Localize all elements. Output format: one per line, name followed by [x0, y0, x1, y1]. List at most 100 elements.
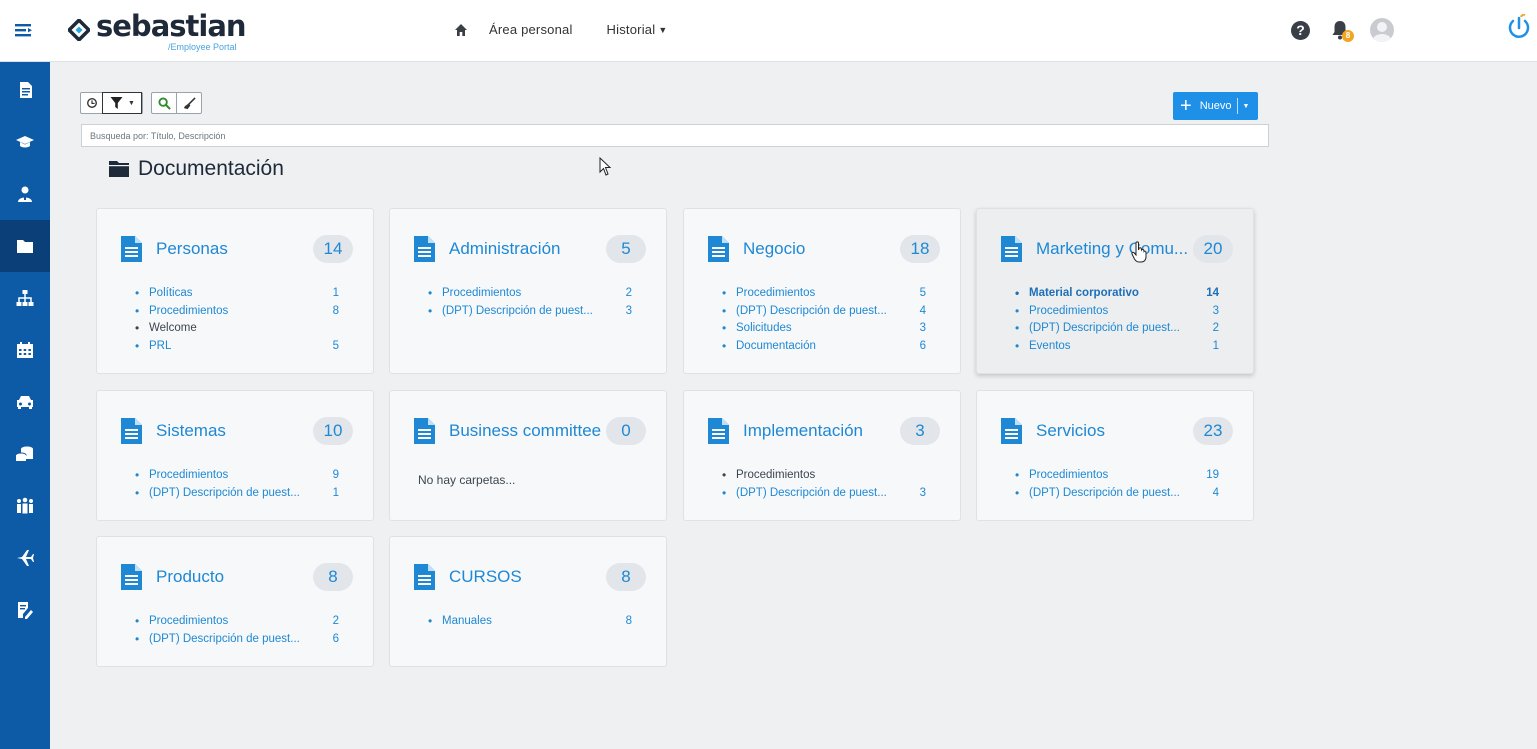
list-item[interactable]: Políticas 1 [135, 286, 339, 305]
folder-card-business-committee[interactable]: Business committee 0 No hay carpetas... [389, 390, 667, 521]
menu-icon[interactable] [14, 22, 34, 38]
list-item[interactable]: (DPT) Descripción de puest... 6 [135, 632, 339, 651]
card-header[interactable]: Marketing y Comu... 20 [1000, 235, 1233, 263]
list-item[interactable]: Procedimientos 5 [722, 286, 926, 305]
graduation-cap-icon [16, 136, 34, 148]
card-title[interactable]: Sistemas [156, 421, 226, 441]
sidebar-item-documentation[interactable] [0, 220, 50, 272]
folder-card-negocio[interactable]: Negocio 18 Procedimientos 5 (DPT) Descripció… [683, 208, 961, 374]
list-item[interactable]: Material corporativo 14 [1015, 286, 1219, 305]
sidebar-item-forms[interactable] [0, 584, 50, 636]
card-title[interactable]: CURSOS [449, 567, 522, 587]
list-item[interactable]: Eventos 1 [1015, 339, 1219, 358]
org-chart-icon [16, 290, 34, 306]
sidebar [0, 62, 50, 749]
subfolder-count: 8 [625, 615, 632, 627]
list-item[interactable]: (DPT) Descripción de puest... 1 [135, 486, 339, 505]
card-header[interactable]: Servicios 23 [1000, 417, 1233, 445]
help-icon[interactable]: ? [1291, 20, 1310, 40]
filter-button-group: ▼ [80, 92, 143, 114]
list-item[interactable]: Procedimientos 2 [135, 614, 339, 633]
list-item[interactable]: Procedimientos 9 [135, 468, 339, 487]
list-item[interactable]: Welcome [135, 321, 339, 340]
card-title[interactable]: Negocio [743, 239, 805, 259]
list-item[interactable]: Solicitudes 3 [722, 321, 926, 340]
sidebar-item-employee[interactable] [0, 168, 50, 220]
card-header[interactable]: Personas 14 [120, 235, 353, 263]
subfolder-list: Material corporativo 14 Procedimientos 3 (DP… [1015, 286, 1219, 358]
folder-card-servicios[interactable]: Servicios 23 Procedimientos 19 (DPT) Descrip… [976, 390, 1254, 521]
folder-card-marketing-y-comu[interactable]: Marketing y Comu...20 Material corporativ… [976, 208, 1254, 374]
subfolder-count: 3 [919, 322, 926, 335]
sidebar-item-documents[interactable] [0, 64, 50, 116]
home-icon[interactable] [454, 23, 468, 37]
card-header[interactable]: CURSOS 8 [413, 563, 646, 591]
sidebar-item-travel[interactable] [0, 532, 50, 584]
list-item[interactable]: (DPT) Descripción de puest... 2 [1015, 321, 1219, 340]
folder-card-producto[interactable]: Producto 8 Procedimientos 2 (DPT) Descripció… [96, 536, 374, 667]
filter-dropdown-button[interactable]: ▼ [102, 92, 142, 114]
list-item[interactable]: (DPT) Descripción de puest... 4 [1015, 486, 1219, 505]
caret-down-icon[interactable]: ▼ [1242, 103, 1249, 110]
list-item[interactable]: Procedimientos 2 [428, 286, 632, 305]
card-header[interactable]: Sistemas 10 [120, 417, 353, 445]
folder-card-personas[interactable]: Personas 14 Políticas 1 Procedimientos 8 Welco… [96, 208, 374, 374]
sidebar-item-calendar[interactable] [0, 324, 50, 376]
subfolder-name: (DPT) Descripción de puest... [149, 486, 300, 499]
list-item[interactable]: Procedimientos 8 [135, 304, 339, 323]
nav-area-personal[interactable]: Área personal [489, 22, 573, 37]
list-item[interactable]: Manuales 8 [428, 614, 632, 633]
list-item[interactable]: PRL 5 [135, 339, 339, 358]
folder-card-administracion[interactable]: Administración 5 Procedimientos 2 (DPT) Desc… [389, 208, 667, 374]
subfolder-list: Procedimientos 5 (DPT) Descripción de pues… [722, 286, 926, 358]
avatar[interactable] [1370, 18, 1394, 42]
power-icon[interactable] [1506, 14, 1532, 42]
folder-card-cursos[interactable]: CURSOS 8 Manuales 8 [389, 536, 667, 667]
sidebar-item-payroll[interactable] [0, 428, 50, 480]
card-title[interactable]: Producto [156, 567, 224, 587]
notifications-button[interactable]: 8 [1330, 19, 1354, 42]
search-input[interactable]: Busqueda por: Título, Descripción [81, 124, 1269, 147]
card-title[interactable]: Personas [156, 239, 228, 259]
card-title[interactable]: Servicios [1036, 421, 1105, 441]
subfolder-count: 3 [919, 486, 926, 499]
sidebar-item-team[interactable] [0, 480, 50, 532]
card-title[interactable]: Marketing y Comu... [1036, 239, 1188, 259]
list-item[interactable]: (DPT) Descripción de puest... 4 [722, 304, 926, 323]
search-button[interactable] [152, 93, 176, 113]
count-badge: 18 [900, 235, 940, 263]
folder-card-sistemas[interactable]: Sistemas 10 Procedimientos 9 (DPT) Descripci… [96, 390, 374, 521]
card-header[interactable]: Administración 5 [413, 235, 646, 263]
list-item[interactable]: (DPT) Descripción de puest... 3 [428, 304, 632, 323]
count-badge: 3 [900, 417, 940, 445]
new-button[interactable]: + Nuevo ▼ [1173, 92, 1258, 120]
list-item[interactable]: Procedimientos [722, 468, 926, 487]
card-title[interactable]: Implementación [743, 421, 863, 441]
nav-historial[interactable]: Historial ▼ [607, 22, 668, 37]
card-header[interactable]: Negocio 18 [707, 235, 940, 263]
card-title[interactable]: Administración [449, 239, 561, 259]
sidebar-item-organization[interactable] [0, 272, 50, 324]
list-item[interactable]: Procedimientos 19 [1015, 468, 1219, 487]
sidebar-item-vehicles[interactable] [0, 376, 50, 428]
card-header[interactable]: Business committee 0 [413, 417, 646, 445]
history-button[interactable] [81, 93, 102, 113]
subfolder-count: 5 [919, 287, 926, 299]
list-item[interactable]: Procedimientos 3 [1015, 304, 1219, 323]
count-badge: 14 [313, 235, 353, 263]
card-header[interactable]: Producto 8 [120, 563, 353, 591]
folder-card-implementacion[interactable]: Implementación 3 Procedimientos (DPT) Descr… [683, 390, 961, 521]
clear-filters-button[interactable] [176, 93, 201, 113]
notification-badge: 8 [1342, 30, 1354, 42]
subfolder-name: PRL [149, 340, 172, 353]
card-header[interactable]: Implementación 3 [707, 417, 940, 445]
sidebar-item-training[interactable] [0, 116, 50, 168]
list-item[interactable]: Documentación 6 [722, 339, 926, 358]
form-edit-icon [18, 602, 33, 619]
subfolder-list: Procedimientos 19 (DPT) Descripción de pue… [1015, 468, 1219, 505]
card-title[interactable]: Business committee [449, 421, 601, 441]
subfolder-count: 5 [332, 340, 339, 353]
list-item[interactable]: (DPT) Descripción de puest... 3 [722, 486, 926, 505]
page-title: Documentación [108, 157, 284, 181]
team-icon [17, 497, 33, 514]
